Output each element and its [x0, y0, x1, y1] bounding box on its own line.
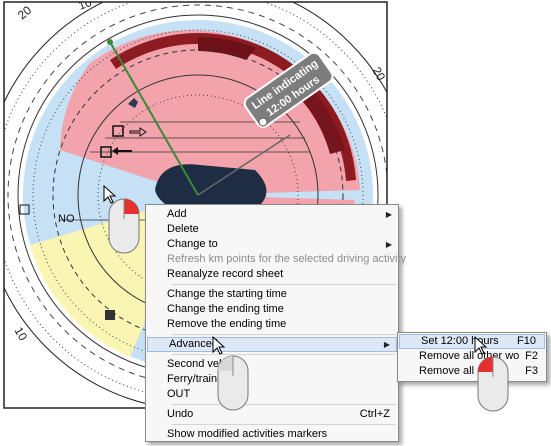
box-icon-filled: [105, 310, 115, 320]
menu-item-refresh-km[interactable]: Refresh km points for the selected drivi…: [146, 252, 406, 267]
menu-item-change-ending-time[interactable]: Change the ending time: [146, 302, 398, 317]
submenu-arrow-icon: ▶: [385, 240, 392, 249]
menu-separator: [172, 284, 396, 285]
menu-item-add[interactable]: Add ▶: [146, 207, 398, 222]
menu-item-out[interactable]: OUT: [146, 387, 398, 402]
cursor-arrow-icon: [212, 336, 226, 355]
menu-separator: [172, 404, 396, 405]
area-label: NO: [58, 213, 75, 225]
menu-separator: [172, 354, 396, 355]
mouse-left-click-icon: [217, 355, 249, 411]
menu-item-reanalyze[interactable]: Reanalyze record sheet: [146, 267, 398, 282]
menu-item-change-to[interactable]: Change to ▶: [146, 237, 398, 252]
menu-separator: [172, 424, 396, 425]
submenu-arrow-icon: ▶: [383, 340, 390, 349]
mouse-left-click-icon: [477, 356, 509, 412]
menu-item-ferry-train[interactable]: Ferry/train: [146, 372, 398, 387]
menu-shortcut: Ctrl+Z: [359, 408, 390, 420]
menu-item-remove-ending-time[interactable]: Remove the ending time: [146, 317, 398, 332]
menu-item-advanced[interactable]: Advanced ▶: [147, 337, 397, 352]
cursor-arrow-icon: [474, 336, 488, 355]
menu-item-undo[interactable]: Undo Ctrl+Z: [146, 407, 398, 422]
context-menu: Add ▶ Delete Change to ▶ Refresh km points…: [145, 204, 406, 442]
menu-item-change-starting-time[interactable]: Change the starting time: [146, 287, 398, 302]
twelve-hour-line-handle[interactable]: [107, 39, 113, 45]
submenu-item-remove-other-work[interactable]: Remove all other wo F2: [398, 349, 546, 364]
menu-separator: [172, 334, 396, 335]
menu-item-delete[interactable]: Delete: [146, 222, 398, 237]
menu-item-show-modified-markers[interactable]: Show modified activities markers: [146, 427, 398, 442]
mouse-right-click-icon: [108, 198, 140, 254]
menu-shortcut: F3: [525, 365, 538, 377]
advanced-submenu: Set 12:00 hours F10 Remove all other wo F2…: [397, 332, 547, 382]
menu-item-second-vehicle[interactable]: Second vehicle: [146, 357, 398, 372]
cursor-arrow-icon: [103, 185, 117, 204]
menu-shortcut: F10: [517, 335, 536, 347]
submenu-item-set-12-hours[interactable]: Set 12:00 hours F10: [399, 334, 545, 349]
callout-pin: [258, 117, 268, 127]
submenu-item-remove-availability[interactable]: Remove all availa F3: [398, 364, 546, 379]
submenu-arrow-icon: ▶: [385, 210, 392, 219]
menu-shortcut: F2: [525, 350, 538, 362]
